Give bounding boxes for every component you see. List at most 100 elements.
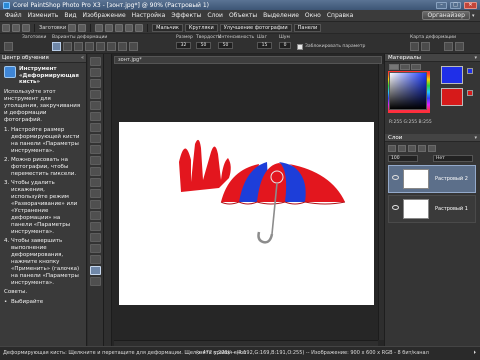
blend-mode-select[interactable]: Нет xyxy=(433,155,473,162)
crop-button[interactable]: Кругляки xyxy=(184,23,218,32)
foreground-color-swatch[interactable] xyxy=(441,66,463,84)
duplicate-layer-icon[interactable] xyxy=(408,145,416,152)
visibility-eye-icon[interactable] xyxy=(392,205,399,210)
airbrush-icon[interactable] xyxy=(90,178,101,187)
maximize-button[interactable]: □ xyxy=(450,1,461,9)
push-mode-icon[interactable] xyxy=(52,42,61,51)
save-icon[interactable] xyxy=(22,23,30,32)
toolbar-separator xyxy=(147,23,149,32)
collapse-icon[interactable]: « xyxy=(81,55,84,61)
twirl-left-icon[interactable] xyxy=(96,42,105,51)
pan-tool-icon[interactable] xyxy=(90,57,101,66)
menu-layers[interactable]: Слои xyxy=(204,12,226,19)
menu-options-icon[interactable]: ▾ xyxy=(472,12,478,20)
close-button[interactable]: ✕ xyxy=(464,1,477,9)
copy-icon[interactable] xyxy=(125,23,134,32)
menu-edit[interactable]: Изменить xyxy=(25,12,62,19)
iron-out-icon[interactable] xyxy=(118,42,127,51)
layer-properties-icon[interactable] xyxy=(428,145,436,152)
tab-swatches[interactable] xyxy=(411,64,421,70)
selection-tool-icon[interactable] xyxy=(90,79,101,88)
contract-mode-icon[interactable] xyxy=(74,42,83,51)
crop-tool-icon[interactable] xyxy=(90,101,101,110)
menu-objects[interactable]: Объекты xyxy=(226,12,260,19)
document-tab[interactable]: зонт.jpg* xyxy=(114,56,382,64)
load-map-icon[interactable] xyxy=(410,42,419,51)
eraser-icon[interactable] xyxy=(90,200,101,209)
menu-window[interactable]: Окно xyxy=(302,12,324,19)
new-layer-icon[interactable] xyxy=(388,145,396,152)
layer-item[interactable]: Растровый 1 xyxy=(388,195,476,223)
paste-icon[interactable] xyxy=(135,23,144,32)
tab-rainbow[interactable] xyxy=(400,64,410,70)
flood-fill-icon[interactable] xyxy=(90,211,101,220)
new-mask-icon[interactable] xyxy=(398,145,406,152)
cancel-icon[interactable] xyxy=(455,42,464,51)
redo-icon[interactable] xyxy=(105,23,114,32)
undo-icon[interactable] xyxy=(95,23,104,32)
save-map-icon[interactable] xyxy=(421,42,430,51)
unwarp-icon[interactable] xyxy=(129,42,138,51)
straighten-tool-icon[interactable] xyxy=(90,112,101,121)
foreground-mini-swatch[interactable] xyxy=(467,68,473,74)
warp-brush-tool-icon[interactable] xyxy=(90,266,101,275)
picture-tube-icon[interactable] xyxy=(90,233,101,242)
smart-fix-button[interactable]: Мальчик xyxy=(152,23,183,32)
saturation-picker[interactable] xyxy=(389,72,427,110)
lock-params-checkbox[interactable] xyxy=(297,44,303,50)
color-changer-icon[interactable] xyxy=(90,222,101,231)
cut-icon[interactable] xyxy=(115,23,124,32)
hardness-field[interactable]: 50 xyxy=(196,42,211,49)
minimize-button[interactable]: – xyxy=(436,1,447,9)
learning-step-text: Можно рисовать на фотографии, чтобы пере… xyxy=(11,156,77,177)
paint-brush-icon[interactable] xyxy=(90,167,101,176)
size-field[interactable]: 32 xyxy=(176,42,191,49)
layer-item[interactable]: Растровый 2 xyxy=(388,165,476,193)
reset-icon[interactable] xyxy=(78,23,87,32)
intensity-field[interactable]: 50 xyxy=(218,42,233,49)
preset-shape-icon[interactable] xyxy=(90,255,101,264)
makeover-tool-icon[interactable] xyxy=(90,134,101,143)
materials-panel: Материалы ▾ R:255 G:255 B:255 xyxy=(384,54,480,134)
twirl-right-icon[interactable] xyxy=(85,42,94,51)
layer-opacity-field[interactable]: 100 xyxy=(388,155,418,162)
visibility-eye-icon[interactable] xyxy=(392,175,399,180)
text-tool-icon[interactable] xyxy=(90,244,101,253)
background-color-swatch[interactable] xyxy=(441,88,463,106)
red-eye-tool-icon[interactable] xyxy=(90,123,101,132)
clone-brush-icon[interactable] xyxy=(90,145,101,154)
panels-menu[interactable]: Панели xyxy=(293,23,322,32)
status-arrow-icon[interactable]: ⏵ xyxy=(473,347,476,360)
menu-effects[interactable]: Эффекты xyxy=(168,12,204,19)
lighten-darken-icon[interactable] xyxy=(90,189,101,198)
open-file-icon[interactable] xyxy=(12,23,20,32)
preset-picker-icon[interactable] xyxy=(4,42,13,51)
pick-tool-icon[interactable] xyxy=(90,68,101,77)
step-caption: Шаг xyxy=(257,35,267,40)
panel-menu-icon[interactable]: ▾ xyxy=(474,54,477,62)
umbrella-handle xyxy=(257,231,274,244)
tab-frame[interactable] xyxy=(389,64,399,70)
new-file-icon[interactable] xyxy=(2,23,10,32)
menu-selections[interactable]: Выделение xyxy=(260,12,302,19)
menu-help[interactable]: Справка xyxy=(324,12,356,19)
image-canvas[interactable] xyxy=(119,122,374,305)
step-field[interactable]: 15 xyxy=(257,42,272,49)
panel-menu-icon[interactable]: ▾ xyxy=(474,134,477,142)
preset-icon[interactable] xyxy=(68,23,77,32)
noise-mode-icon[interactable] xyxy=(107,42,116,51)
background-mini-swatch[interactable] xyxy=(467,90,473,96)
delete-layer-icon[interactable] xyxy=(418,145,426,152)
scratch-remover-icon[interactable] xyxy=(90,156,101,165)
expand-mode-icon[interactable] xyxy=(63,42,72,51)
menu-view[interactable]: Вид xyxy=(61,12,79,19)
noise-field[interactable]: 0 xyxy=(279,42,291,49)
pen-tool-icon[interactable] xyxy=(90,277,101,286)
menu-adjust[interactable]: Настройка xyxy=(129,12,169,19)
menu-image[interactable]: Изображение xyxy=(80,12,129,19)
dropper-tool-icon[interactable] xyxy=(90,90,101,99)
menu-file[interactable]: Файл xyxy=(2,12,25,19)
enhance-photo-menu[interactable]: Улучшение фотографии xyxy=(219,23,292,32)
organizer-button[interactable]: Органайзер xyxy=(422,11,470,20)
apply-check-icon[interactable] xyxy=(444,42,453,51)
